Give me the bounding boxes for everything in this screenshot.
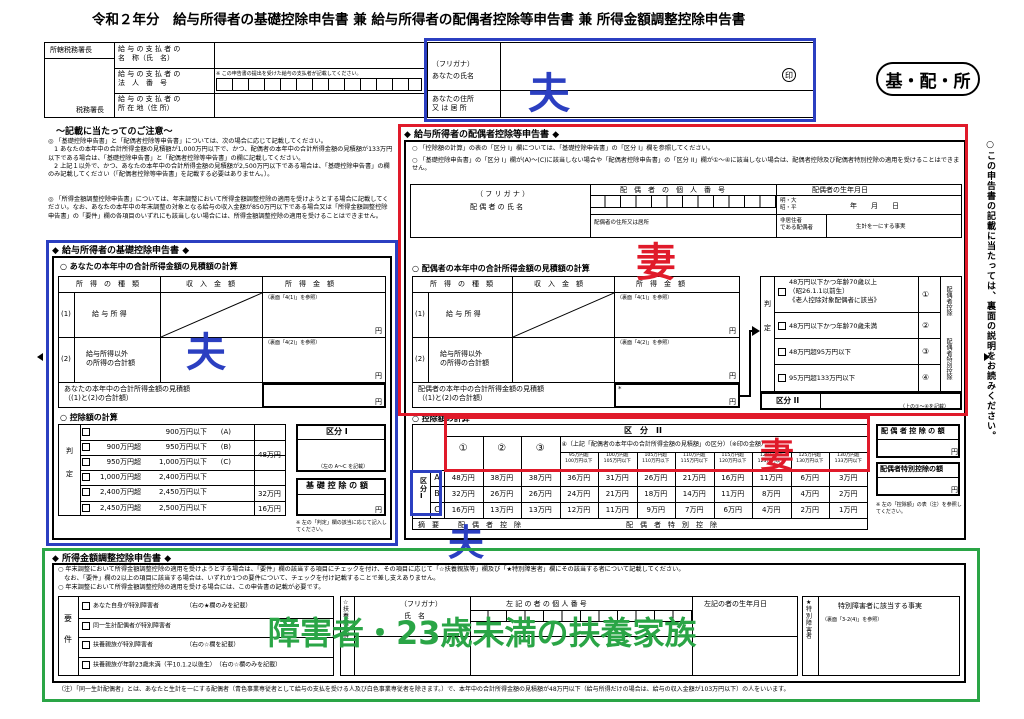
deduct-cell: 31万円 xyxy=(605,474,629,482)
payer-number-label: 給 与 の 支 払 者 の 法 人 番 号 xyxy=(118,70,181,87)
wife-info-frame xyxy=(398,124,968,416)
deduct-cell: 26万円 xyxy=(490,490,514,498)
payer-number-boxes[interactable] xyxy=(216,78,422,91)
wife-label-top: 妻 xyxy=(636,240,676,286)
deduct-cell: 2万円 xyxy=(839,490,858,498)
grid-line xyxy=(430,486,868,487)
husband-kubun-frame xyxy=(410,470,442,516)
deduct-cell: 11万円 xyxy=(605,506,629,514)
deduct-cell: 21万円 xyxy=(682,474,706,482)
deduct-cell: 32万円 xyxy=(451,490,475,498)
deduct-cell: 36万円 xyxy=(567,474,591,482)
deduct-cell: 13万円 xyxy=(528,506,552,514)
husband-label-top: 夫 xyxy=(528,69,571,118)
deduct-cell: 6万円 xyxy=(723,506,742,514)
left-pointer-icon xyxy=(37,353,43,361)
spouse-right-note: ※ 左の「控除額」の表（注）を参照してください。 xyxy=(876,502,962,515)
deduct-cell: 13万円 xyxy=(490,506,514,514)
deduct-cell: 14万円 xyxy=(682,490,706,498)
deduct-cell: 48万円 xyxy=(451,474,475,482)
wife-deduct-frame xyxy=(444,416,870,472)
payer-address-label: 給 与 の 支 払 者 の 所 在 地（住 所） xyxy=(118,95,181,112)
office-head-label: 所轄税務署長 xyxy=(50,46,92,54)
tax-office-label: 税務署長 xyxy=(76,106,104,114)
notes-item-2: ◎ 「所得金額調整控除申告書」については、年末調整において所得金額調整控除の適用… xyxy=(48,196,389,220)
summary-left: 摘 要 xyxy=(418,521,439,529)
husband-name-frame xyxy=(424,38,816,122)
deduct-cell: 6万円 xyxy=(800,474,819,482)
deduct-cell: 4万円 xyxy=(800,490,819,498)
grid-line xyxy=(430,502,868,503)
spouse-sp-deduction-label: 配偶者特別控除の額 xyxy=(880,465,943,473)
deduct-cell: 4万円 xyxy=(762,506,781,514)
form-badge: 基・配・所 xyxy=(876,62,980,96)
husband-basic-frame xyxy=(46,240,398,546)
summary-mid-2: 配 偶 者 特 別 控 除 xyxy=(626,521,717,529)
deduct-cell: 9万円 xyxy=(646,506,665,514)
form-title: 令和２年分 給与所得者の基礎控除申告書 兼 給与所得者の配偶者控除等申告書 兼 … xyxy=(92,12,746,28)
notes-item-1: ◎ 「基礎控除申告書」と「配偶者控除等申告書」については、次の場合に応じて記載し… xyxy=(48,138,393,179)
deduct-cell: 38万円 xyxy=(528,474,552,482)
vertical-note: ○この申告書の記載に当たっては、裏面の説明をお読みください。 xyxy=(985,140,995,441)
deduct-cell: 1万円 xyxy=(839,506,858,514)
deduct-cell: 3万円 xyxy=(839,474,858,482)
deduct-cell: 12万円 xyxy=(567,506,591,514)
spouse-sp-deduction-yen: 円 xyxy=(951,486,958,494)
deduct-cell: 7万円 xyxy=(685,506,704,514)
payer-number-note: ※ この申告書の提出を受けた給与の支払者が記載してください。 xyxy=(216,71,362,77)
wife-label-deduct: 妻 xyxy=(760,436,794,476)
payer-name-label: 給 与 の 支 払 者 の 名 称（氏 名） xyxy=(118,45,181,62)
deduct-cell: 24万円 xyxy=(567,490,591,498)
husband-label-basic: 夫 xyxy=(186,330,226,376)
deduct-cell: 16万円 xyxy=(721,474,745,482)
notes-heading: ～記載に当たってのご注意～ xyxy=(56,127,173,137)
deduct-cell: 18万円 xyxy=(644,490,668,498)
deduct-cell: 26万円 xyxy=(528,490,552,498)
deduct-cell: 26万円 xyxy=(644,474,668,482)
dependents-label: 障害者・23歳未満の扶養家族 xyxy=(268,614,697,652)
spouse-deduction-yen: 円 xyxy=(951,448,958,456)
spouse-deduction-label: 配 偶 者 控 除 の 額 xyxy=(881,427,945,435)
deduct-cell: 38万円 xyxy=(490,474,514,482)
deduct-cell: 21万円 xyxy=(605,490,629,498)
deduct-cell: 11万円 xyxy=(721,490,745,498)
right-pointer-icon xyxy=(984,353,990,361)
deduct-cell: 2万円 xyxy=(800,506,819,514)
deduct-cell: 8万円 xyxy=(762,490,781,498)
